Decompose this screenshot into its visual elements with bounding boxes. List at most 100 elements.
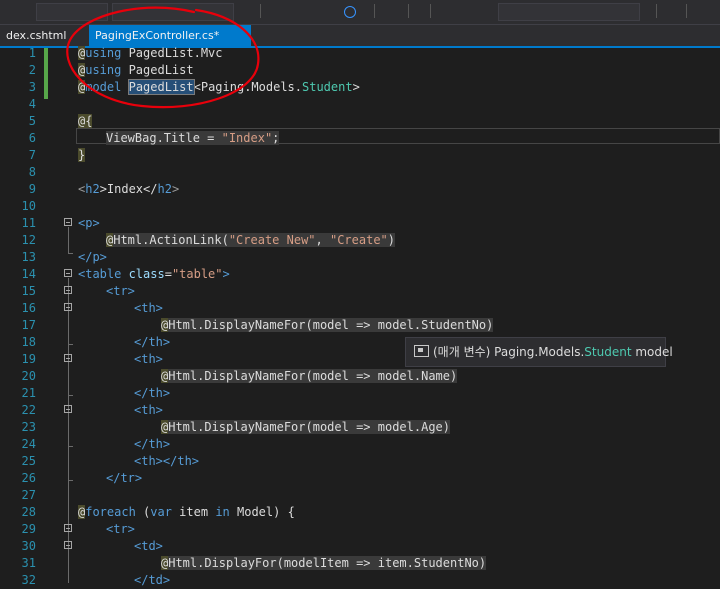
line-number: 25 — [21, 454, 36, 468]
tab-label: dex.cshtml — [6, 29, 67, 42]
line-number: 23 — [21, 420, 36, 434]
html-tag: </td> — [134, 573, 171, 587]
tab-pagingex-controller[interactable]: PagingExController.cs* — [89, 25, 251, 46]
code-text: StudentNo — [413, 556, 479, 570]
html-attribute: class — [128, 267, 165, 281]
tooltip-prefix: (매개 변수) Paging.Models. — [433, 345, 585, 359]
code-line-9: <h2>Index</h2> — [78, 181, 179, 198]
code-editor[interactable]: 1 2 3 4 5 6 7 8 9 10 11 12 13 14 15 16 1… — [0, 45, 720, 587]
member-dropdown[interactable] — [498, 3, 640, 21]
line-number: 17 — [21, 318, 36, 332]
line-number: 5 — [28, 114, 36, 128]
code-text: ; — [272, 131, 280, 145]
fold-guide — [68, 395, 73, 396]
code-line-24: </th> — [134, 436, 170, 453]
toolbar-separator — [430, 4, 431, 18]
code-text: Age — [421, 420, 443, 434]
keyword: using — [85, 63, 122, 77]
code-line-19: <th> — [134, 351, 163, 368]
string-literal: "Index" — [221, 131, 273, 145]
fold-guide — [68, 227, 69, 253]
line-number: 12 — [21, 233, 36, 247]
code-text: PagedList.Mvc — [121, 46, 223, 60]
fold-toggle[interactable] — [64, 541, 72, 549]
line-number: 16 — [21, 301, 36, 315]
code-line-15: <tr> — [106, 283, 135, 300]
tab-index-cshtml[interactable]: dex.cshtml — [0, 25, 86, 46]
fold-toggle[interactable] — [64, 269, 72, 277]
string-literal: "Create" — [329, 233, 388, 247]
brace: } — [78, 148, 86, 162]
code-line-29: <tr> — [106, 521, 135, 538]
line-number: 24 — [21, 437, 36, 451]
line-number: 2 — [28, 63, 36, 77]
platform-dropdown[interactable] — [112, 3, 234, 21]
fold-toggle[interactable] — [64, 524, 72, 532]
html-tag: <th> — [134, 352, 163, 366]
fold-guide — [68, 344, 73, 345]
code-text: Html.ActionLink( — [113, 233, 229, 247]
code-text: ) — [486, 318, 494, 332]
code-line-28: @foreach (var item in Model) { — [78, 504, 295, 521]
code-text: item — [171, 505, 216, 519]
fold-toggle[interactable] — [64, 218, 72, 226]
code-text: ViewBag.Title = — [106, 131, 222, 145]
change-indicator — [44, 48, 48, 99]
line-number: 10 — [21, 199, 36, 213]
code-text: , — [315, 233, 330, 247]
keyword: using — [85, 46, 122, 60]
html-tag: <table — [78, 267, 129, 281]
html-tag: <tr> — [106, 284, 135, 298]
code-line-23: @Html.DisplayNameFor(model => model.Age) — [161, 419, 451, 436]
line-number: 6 — [28, 131, 36, 145]
line-number: 29 — [21, 522, 36, 536]
code-line-2: @using PagedList — [78, 62, 194, 79]
refresh-icon[interactable] — [344, 6, 356, 18]
html-tag: <th> — [134, 403, 163, 417]
code-text: StudentNo — [421, 318, 487, 332]
code-line-17: @Html.DisplayNameFor(model => model.Stud… — [161, 317, 494, 334]
code-line-30: <td> — [134, 538, 163, 555]
code-line-6: ViewBag.Title = "Index"; — [106, 130, 280, 147]
line-number: 19 — [21, 352, 36, 366]
line-number: 21 — [21, 386, 36, 400]
code-text: > — [352, 80, 360, 94]
toolbar-separator — [260, 4, 261, 18]
fold-toggle[interactable] — [64, 303, 72, 311]
fold-toggle[interactable] — [64, 405, 72, 413]
code-line-20: @Html.DisplayNameFor(model => model.Name… — [161, 368, 458, 385]
code-line-3: @model PagedList<Paging.Models.Student> — [78, 79, 360, 96]
html-tag: </th> — [134, 386, 171, 400]
keyword: var — [150, 505, 172, 519]
tooltip-suffix: model — [631, 345, 673, 359]
code-text: Name — [421, 369, 451, 383]
html-tag: <p> — [78, 216, 100, 230]
line-number: 31 — [21, 556, 36, 570]
line-number: 4 — [28, 97, 36, 111]
code-line-26: </tr> — [106, 470, 142, 487]
fold-guide — [68, 253, 73, 254]
code-text: ) — [450, 369, 458, 383]
code-text: Html.DisplayFor(modelItem => item. — [168, 556, 414, 570]
code-line-22: <th> — [134, 402, 163, 419]
brace: { — [85, 114, 93, 128]
document-tabs: dex.cshtml PagingExController.cs* — [0, 25, 720, 46]
html-tag: <th></th> — [134, 454, 200, 468]
fold-toggle[interactable] — [64, 286, 72, 294]
toolbar — [0, 0, 720, 25]
html-tag: <td> — [134, 539, 163, 553]
code-text: ) — [387, 233, 396, 247]
code-text: Model) { — [229, 505, 295, 519]
fold-guide — [68, 446, 73, 447]
attribute-value: "table" — [171, 267, 223, 281]
toolbar-separator — [374, 4, 375, 18]
line-number: 7 — [28, 148, 36, 162]
solution-config-dropdown[interactable] — [36, 3, 108, 21]
keyword: foreach — [85, 505, 136, 519]
code-line-1: @using PagedList.Mvc — [78, 45, 223, 62]
toolbar-separator — [656, 4, 657, 18]
line-number: 18 — [21, 335, 36, 349]
html-tag: </tr> — [106, 471, 143, 485]
quickinfo-tooltip: (매개 변수) Paging.Models.Student model — [405, 337, 673, 367]
fold-toggle[interactable] — [64, 354, 72, 362]
